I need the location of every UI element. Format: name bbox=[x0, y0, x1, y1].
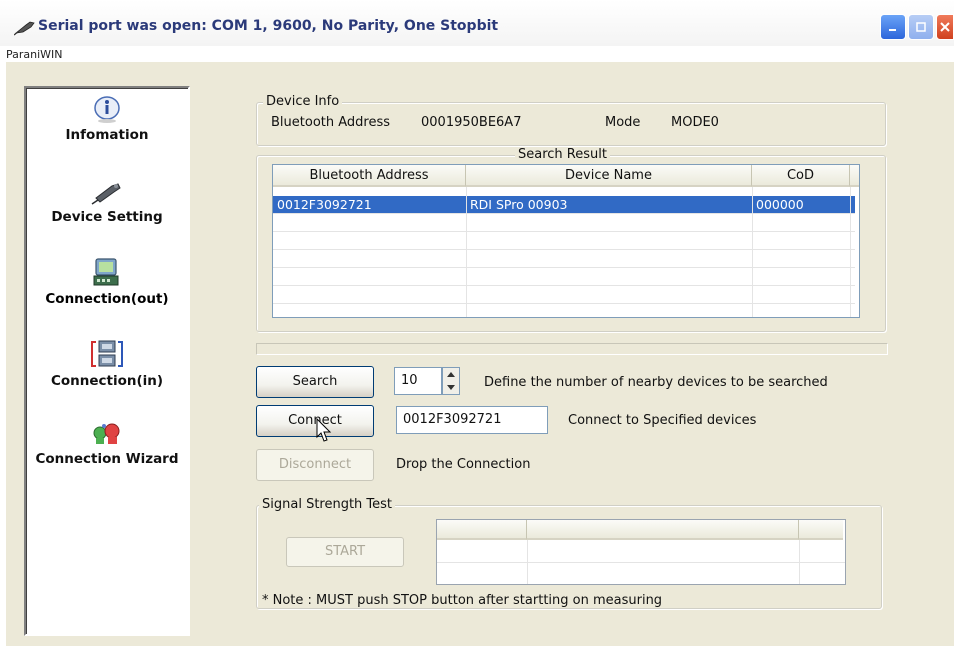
table-row[interactable]: 0012F3092721 RDI SPro 00903 000000 bbox=[273, 196, 855, 213]
app-name-label: ParaniWIN bbox=[6, 48, 63, 61]
grid-line bbox=[273, 213, 855, 214]
nav-item-label: Connection(in) bbox=[50, 373, 164, 389]
grid-line bbox=[850, 187, 851, 317]
connection-wizard-icon bbox=[93, 423, 120, 444]
signal-strength-table bbox=[436, 519, 846, 585]
connect-description: Connect to Specified devices bbox=[568, 413, 757, 428]
nav-item-connection-out[interactable]: Connection(out) bbox=[26, 256, 188, 307]
bt-address-value: 0001950BE6A7 bbox=[421, 115, 522, 130]
row-device-name: RDI SPro 00903 bbox=[470, 197, 568, 212]
grid-line bbox=[273, 267, 855, 268]
nav-item-information[interactable]: Infomation bbox=[26, 94, 188, 143]
mode-label: Mode bbox=[605, 115, 641, 130]
start-button[interactable]: START bbox=[286, 537, 404, 567]
maximize-button[interactable] bbox=[908, 14, 934, 40]
nav-item-label: Device Setting bbox=[51, 209, 163, 225]
bt-address-label: Bluetooth Address bbox=[271, 115, 391, 130]
column-header-device-name[interactable]: Device Name bbox=[466, 165, 752, 187]
separator-bar bbox=[256, 343, 888, 355]
nav-item-label: Connection Wizard bbox=[35, 451, 179, 467]
signal-note: * Note : MUST push STOP button after sta… bbox=[262, 593, 663, 608]
spin-down-icon[interactable] bbox=[443, 381, 459, 394]
search-count-input[interactable]: 10 bbox=[394, 367, 442, 395]
minimize-icon bbox=[889, 29, 896, 31]
disconnect-description: Drop the Connection bbox=[396, 457, 531, 472]
search-result-legend: Search Result bbox=[515, 147, 610, 162]
device-info-group: Device Info Bluetooth Address 0001950BE6… bbox=[256, 94, 886, 146]
connection-out-icon bbox=[93, 258, 119, 286]
grid-line bbox=[752, 187, 753, 317]
signal-test-legend: Signal Strength Test bbox=[259, 497, 396, 512]
mode-value: MODE0 bbox=[671, 115, 719, 130]
nav-item-device-setting[interactable]: Device Setting bbox=[26, 176, 188, 225]
grid-line bbox=[273, 249, 855, 250]
grid-line bbox=[466, 187, 467, 317]
mouse-cursor-icon bbox=[316, 418, 332, 442]
search-description: Define the number of nearby devices to b… bbox=[484, 375, 828, 390]
minimize-button[interactable] bbox=[880, 14, 906, 40]
column-header-filler bbox=[850, 165, 859, 187]
search-button[interactable]: Search bbox=[256, 366, 374, 398]
nav-item-connection-wizard[interactable]: Connection Wizard bbox=[26, 418, 188, 467]
column-header-cod[interactable]: CoD bbox=[752, 165, 850, 187]
signal-table-header bbox=[437, 520, 843, 540]
search-count-spinner[interactable] bbox=[442, 367, 460, 395]
connection-in-icon bbox=[91, 340, 123, 367]
signal-column-header bbox=[799, 520, 843, 540]
window-title: Serial port was open: COM 1, 9600, No Pa… bbox=[38, 18, 499, 34]
row-cod: 000000 bbox=[756, 197, 804, 212]
app-icon bbox=[14, 21, 35, 36]
close-button[interactable] bbox=[936, 14, 954, 40]
nav-item-label: Infomation bbox=[65, 127, 149, 143]
connect-button[interactable]: Connect bbox=[256, 405, 374, 437]
grid-line bbox=[273, 285, 855, 286]
title-bar[interactable]: Serial port was open: COM 1, 9600, No Pa… bbox=[0, 0, 954, 46]
disconnect-button[interactable]: Disconnect bbox=[256, 449, 374, 481]
nav-item-connection-in[interactable]: Connection(in) bbox=[26, 338, 188, 389]
signal-column-header bbox=[437, 520, 527, 540]
nav-item-label: Connection(out) bbox=[45, 291, 169, 307]
nav-panel: Infomation Device Setting Connection(out… bbox=[24, 86, 190, 636]
spin-up-icon[interactable] bbox=[443, 368, 459, 381]
close-icon bbox=[940, 22, 950, 32]
grid-line bbox=[437, 562, 845, 563]
connect-address-input[interactable]: 0012F3092721 bbox=[396, 406, 548, 434]
list-header: Bluetooth Address Device Name CoD bbox=[273, 165, 859, 187]
device-info-legend: Device Info bbox=[263, 94, 343, 109]
info-icon bbox=[94, 96, 120, 123]
signal-column-header bbox=[527, 520, 799, 540]
row-bt-address: 0012F3092721 bbox=[277, 197, 372, 212]
column-header-bt-address[interactable]: Bluetooth Address bbox=[273, 165, 466, 187]
maximize-icon bbox=[916, 22, 926, 32]
grid-line bbox=[273, 231, 855, 232]
device-setting-icon bbox=[91, 183, 121, 205]
grid-line bbox=[273, 303, 855, 304]
search-result-list[interactable]: Bluetooth Address Device Name CoD 0012F3… bbox=[272, 164, 860, 318]
